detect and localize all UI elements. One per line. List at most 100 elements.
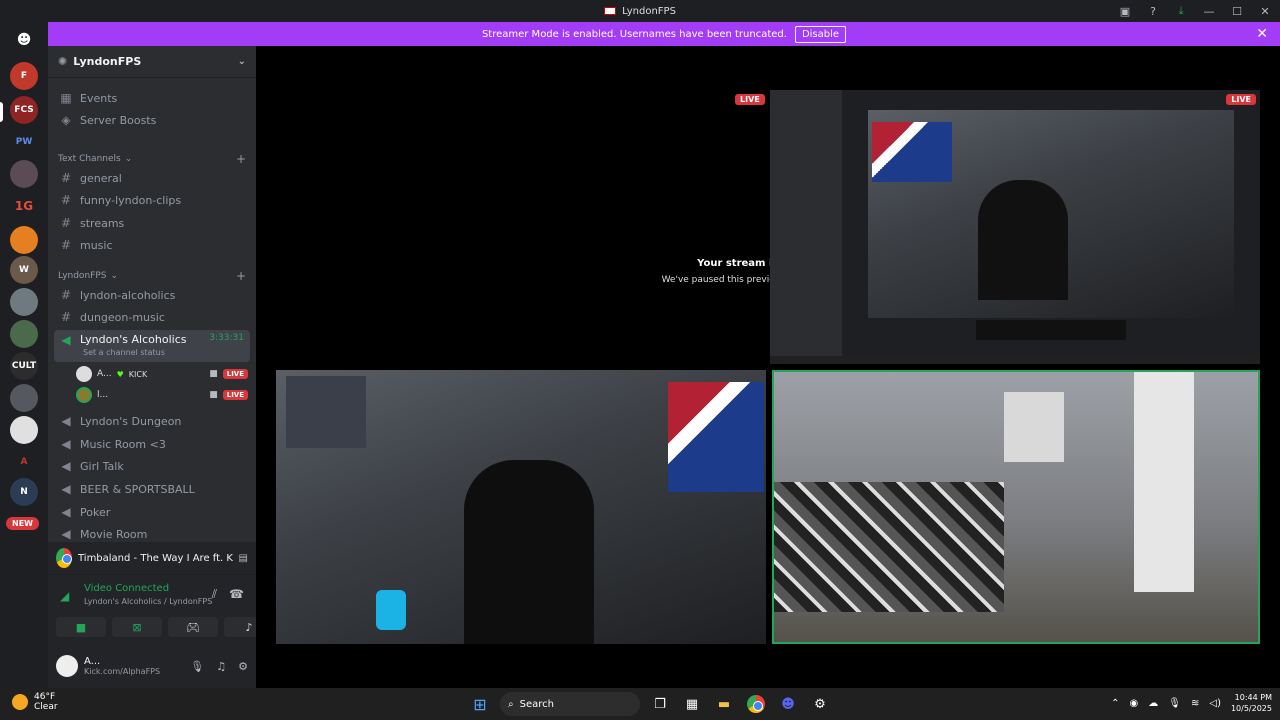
voice-channel[interactable]: ◀ Poker: [54, 502, 250, 522]
hash-icon: #: [60, 238, 72, 252]
server-icon[interactable]: CULT: [10, 352, 38, 380]
voice-user[interactable]: A... ♥ KICK ■ LIVE: [76, 365, 248, 383]
live-badge: LIVE: [1226, 94, 1256, 105]
chevron-up-icon[interactable]: ⌃: [1111, 698, 1119, 709]
voice-channel[interactable]: ◀ BEER & SPORTSBALL: [54, 479, 250, 499]
webcam-tile[interactable]: [276, 370, 766, 644]
title-bar: LyndonFPS ▣ ? ⤓ — ☐ ✕: [0, 0, 1280, 22]
voice-connection-panel: ◢ Video Connected Lyndon's Alcoholics / …: [48, 574, 274, 644]
maximize-button[interactable]: ☐: [1228, 2, 1246, 20]
camera-icon: ■: [209, 390, 218, 400]
voice-status[interactable]: Video Connected: [84, 583, 169, 594]
clock[interactable]: 10:44 PM 10/5/2025: [1231, 692, 1272, 714]
server-icon[interactable]: [10, 288, 38, 316]
discord-home-icon[interactable]: ☻: [10, 26, 38, 54]
channel-status[interactable]: Set a channel status: [83, 348, 165, 357]
speaker-icon: ◀: [61, 437, 71, 451]
screen-share-icon[interactable]: ▤: [239, 553, 248, 564]
add-channel-icon[interactable]: +: [236, 269, 246, 283]
server-gear-icon: ✺: [58, 55, 68, 68]
speaker-icon: ◀: [61, 505, 71, 519]
taskbar-search[interactable]: ⌕ Search: [500, 692, 640, 716]
channel-dungeon-music[interactable]: # dungeon-music: [54, 307, 250, 327]
events-link[interactable]: ▦ Events: [54, 88, 250, 108]
chrome-icon: [56, 548, 72, 568]
task-view-icon[interactable]: ❐: [648, 692, 672, 716]
hash-icon: #: [60, 288, 72, 302]
store-icon[interactable]: ▦: [680, 692, 704, 716]
discord-taskbar-icon[interactable]: ☻: [776, 692, 800, 716]
voice-channel[interactable]: ◀ Girl Talk: [54, 456, 250, 476]
new-badge: NEW: [6, 517, 39, 530]
speaker-icon: ◀: [61, 527, 71, 541]
voice-channel[interactable]: ◀ Lyndon's Dungeon: [54, 411, 250, 431]
server-icon[interactable]: [10, 320, 38, 348]
server-boosts-link[interactable]: ◈ Server Boosts: [54, 110, 250, 130]
microphone-icon[interactable]: 🎙︎: [190, 660, 204, 673]
server-icon[interactable]: [10, 160, 38, 188]
screen-share-button[interactable]: ⊠: [112, 617, 162, 637]
boost-icon: ◈: [61, 113, 71, 127]
speaker-icon: ◀: [61, 459, 71, 473]
help-icon[interactable]: ?: [1144, 2, 1162, 20]
channel-general[interactable]: # general: [54, 168, 250, 188]
server-icon[interactable]: [10, 416, 38, 444]
close-window-button[interactable]: ✕: [1256, 2, 1274, 20]
screen-share-tile[interactable]: LIVE: [770, 90, 1260, 364]
weather-widget[interactable]: 46°F Clear: [12, 692, 58, 712]
wifi-icon[interactable]: ≋: [1191, 698, 1199, 709]
server-icon[interactable]: A: [10, 448, 38, 476]
disconnect-icon[interactable]: ☎: [229, 587, 244, 602]
chrome-taskbar-icon[interactable]: [744, 692, 768, 716]
disable-streamer-mode-button[interactable]: Disable: [794, 25, 847, 43]
shared-taskbar-preview: [976, 320, 1126, 340]
camera-button[interactable]: ■: [56, 617, 106, 637]
channel-streams[interactable]: # streams: [54, 213, 250, 233]
microphone-icon[interactable]: 🎙︎: [1168, 698, 1181, 709]
start-button[interactable]: ⊞: [468, 692, 492, 716]
voice-channel[interactable]: ◀ Music Room <3: [54, 434, 250, 454]
channel-music[interactable]: # music: [54, 235, 250, 255]
server-icon[interactable]: [10, 226, 38, 254]
speaker-icon: ◀: [61, 414, 71, 428]
avatar[interactable]: [56, 655, 78, 677]
server-icon[interactable]: 1G: [10, 192, 38, 220]
category-lyndonfps[interactable]: LyndonFPS ⌄ +: [58, 269, 246, 283]
chrome-icon: [747, 695, 765, 713]
inbox-icon[interactable]: ▣: [1116, 2, 1134, 20]
tray-app-icon[interactable]: ◉: [1130, 698, 1139, 709]
settings-gear-icon[interactable]: ⚙: [238, 660, 248, 673]
server-icon[interactable]: FCS: [10, 96, 38, 124]
category-text-channels[interactable]: Text Channels ⌄ +: [58, 152, 246, 166]
file-explorer-icon[interactable]: ▬: [712, 692, 736, 716]
minimize-button[interactable]: —: [1200, 2, 1218, 20]
activities-button[interactable]: 🎮︎: [168, 617, 218, 637]
chevron-down-icon: ⌄: [237, 56, 246, 67]
voice-user[interactable]: l... ■ LIVE: [76, 386, 248, 404]
activity-now-playing[interactable]: Timbaland - The Way I Are ft. Keri Hil..…: [48, 542, 256, 574]
server-icon[interactable]: F: [10, 62, 38, 90]
add-channel-icon[interactable]: +: [236, 152, 246, 166]
close-banner-icon[interactable]: ✕: [1256, 26, 1268, 42]
hash-icon: #: [60, 171, 72, 185]
channel-lyndon-alcoholics[interactable]: # lyndon-alcoholics: [54, 285, 250, 305]
download-icon[interactable]: ⤓: [1172, 2, 1190, 20]
noise-suppression-icon[interactable]: ⫽: [212, 587, 217, 602]
server-icon[interactable]: [10, 384, 38, 412]
webcam-tile-speaking[interactable]: [772, 370, 1260, 644]
speaker-icon: ◀: [61, 482, 71, 496]
headphones-icon[interactable]: ♫: [216, 660, 226, 673]
moon-icon: [12, 694, 28, 710]
tray-app-icon[interactable]: ☁: [1148, 698, 1158, 709]
hash-icon: #: [60, 310, 72, 324]
voice-channel-active[interactable]: ◀ Lyndon's Alcoholics 3:33:31 Set a chan…: [54, 330, 250, 362]
server-header[interactable]: ✺ LyndonFPS ⌄: [48, 46, 256, 78]
volume-icon[interactable]: ◁): [1209, 698, 1221, 709]
server-icon[interactable]: PW: [10, 128, 38, 156]
voice-channel[interactable]: ◀ Movie Room: [54, 524, 250, 542]
channel-funny-lyndon-clips[interactable]: # funny-lyndon-clips: [54, 190, 250, 210]
server-icon[interactable]: W: [10, 256, 38, 284]
server-icon[interactable]: N: [10, 478, 38, 506]
window-title: LyndonFPS: [0, 6, 1280, 17]
steam-icon[interactable]: ⚙: [808, 692, 832, 716]
